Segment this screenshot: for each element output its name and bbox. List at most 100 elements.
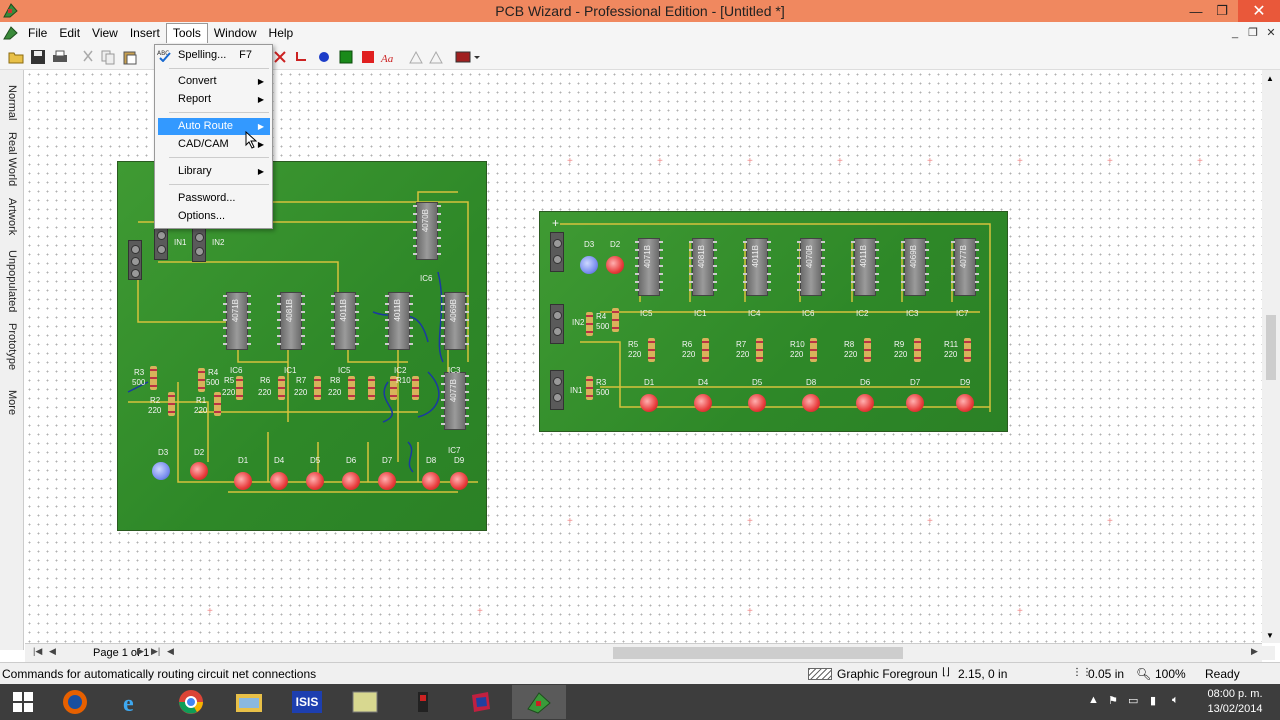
tab-real-world[interactable]: Real World [3,130,21,188]
taskbar-firefox[interactable] [48,685,102,719]
resistor[interactable] [368,376,375,400]
resistor[interactable] [914,338,921,362]
close-button[interactable]: ✕ [1238,0,1280,22]
menu-item-library[interactable]: Library ▶ [158,163,270,180]
mdi-close-icon[interactable]: ✕ [1264,26,1278,40]
scroll-right-icon[interactable]: ▶ [1251,646,1258,657]
menu-item-options[interactable]: Options... [158,208,270,225]
taskbar-chrome[interactable] [164,685,218,719]
component-dropdown-icon[interactable] [455,49,481,65]
tray-network-icon[interactable]: ▮ [1150,694,1156,707]
resistor[interactable] [278,376,285,400]
restore-button[interactable]: ❐ [1209,0,1235,22]
ic-chip[interactable]: 4081B [689,238,717,296]
prev-page-icon[interactable]: ◀ [49,646,56,657]
document-icon[interactable] [0,22,22,44]
ic-chip[interactable]: 4077B [441,372,469,430]
first-page-icon[interactable]: |◀ [33,646,42,657]
scroll-down-icon[interactable]: ▼ [1266,631,1274,640]
taskbar-file-explorer[interactable] [222,685,276,719]
led[interactable] [802,394,820,412]
led[interactable] [748,394,766,412]
led-d2[interactable] [606,256,624,274]
resistor[interactable] [756,338,763,362]
led-d9[interactable] [450,472,468,490]
taskbar-isis[interactable]: ISIS [280,685,334,719]
paste-icon[interactable] [122,49,138,65]
menu-window[interactable]: Window [208,23,263,43]
pcb-board-right[interactable]: + IN2 IN1 D3 D2 R4 500 R3 500 4071B IC5 R5… [539,211,1008,432]
ic-chip[interactable]: 4070B [797,238,825,296]
resistor[interactable] [586,376,593,400]
page-scroll-left-icon[interactable]: ◀ [167,646,174,657]
open-icon[interactable] [8,49,24,65]
resistor[interactable] [864,338,871,362]
resistor[interactable] [348,376,355,400]
resistor[interactable] [236,376,243,400]
tray-show-hidden-icon[interactable]: ▲ [1088,694,1099,706]
led-d6[interactable] [342,472,360,490]
ic-chip[interactable]: 4069B [441,292,469,350]
delete-icon[interactable] [272,49,288,65]
menu-file[interactable]: File [22,23,53,43]
tab-more[interactable]: More [3,382,21,424]
menu-edit[interactable]: Edit [53,23,86,43]
cut-icon[interactable] [80,49,96,65]
resistor[interactable] [314,376,321,400]
led-d1[interactable] [234,472,252,490]
resistor[interactable] [412,376,419,400]
power-connector[interactable] [550,232,564,272]
input-connector[interactable] [550,370,564,410]
tab-artwork[interactable]: Artwork [3,192,21,242]
resistor[interactable] [702,338,709,362]
taskbar-circuit-wizard[interactable] [396,685,450,719]
mdi-restore-icon[interactable]: ❐ [1246,26,1260,40]
tab-unpopulated[interactable]: Unpopulated [3,246,21,316]
red-square-tool-icon[interactable] [360,49,376,65]
resistor[interactable] [214,392,221,416]
led[interactable] [906,394,924,412]
tray-power-icon[interactable]: ▭ [1128,694,1138,707]
resistor[interactable] [612,308,619,332]
ic-chip[interactable]: 4071B [635,238,663,296]
led[interactable] [956,394,974,412]
taskbar-internet-explorer[interactable]: e [106,685,160,719]
menu-item-spelling[interactable]: Spelling... F7 [158,47,270,64]
menu-item-password[interactable]: Password... [158,190,270,207]
led[interactable] [640,394,658,412]
menu-view[interactable]: View [86,23,124,43]
ic-chip[interactable]: 4011B [331,292,359,350]
tray-network-flag-icon[interactable]: ⚑ [1108,694,1118,707]
resistor[interactable] [648,338,655,362]
led[interactable] [694,394,712,412]
ic-chip[interactable]: 4011B [743,238,771,296]
tray-volume-icon[interactable]: 🔈︎ [1172,694,1179,707]
ic-chip[interactable]: 4081B [277,292,305,350]
align-left-icon[interactable] [408,49,424,65]
taskbar-pcb-wizard[interactable] [512,685,566,719]
horizontal-scrollbar[interactable] [205,646,1275,660]
ic-chip[interactable]: 4071B [223,292,251,350]
led-d4[interactable] [270,472,288,490]
menu-help[interactable]: Help [263,23,300,43]
copy-icon[interactable] [100,49,116,65]
green-square-tool-icon[interactable] [338,49,354,65]
scroll-up-icon[interactable]: ▲ [1266,74,1274,83]
resistor[interactable] [964,338,971,362]
ic-chip[interactable]: 4070B [413,202,441,260]
ic-chip[interactable]: 4011B [851,238,879,296]
menu-item-convert[interactable]: Convert ▶ [158,73,270,90]
print-icon[interactable] [52,49,68,65]
resistor[interactable] [198,368,205,392]
horizontal-scroll-thumb[interactable] [613,647,903,659]
minimize-button[interactable]: — [1183,0,1209,22]
align-right-icon[interactable] [428,49,444,65]
led-d8[interactable] [422,472,440,490]
taskbar-notepad[interactable] [338,685,392,719]
led-d2[interactable] [190,462,208,480]
taskbar-media-app[interactable] [454,685,508,719]
track-tool-icon[interactable] [294,49,310,65]
text-tool-icon[interactable]: Aa [380,49,400,65]
ic-chip[interactable]: 4077B [951,238,979,296]
ic-chip[interactable]: 4069B [901,238,929,296]
